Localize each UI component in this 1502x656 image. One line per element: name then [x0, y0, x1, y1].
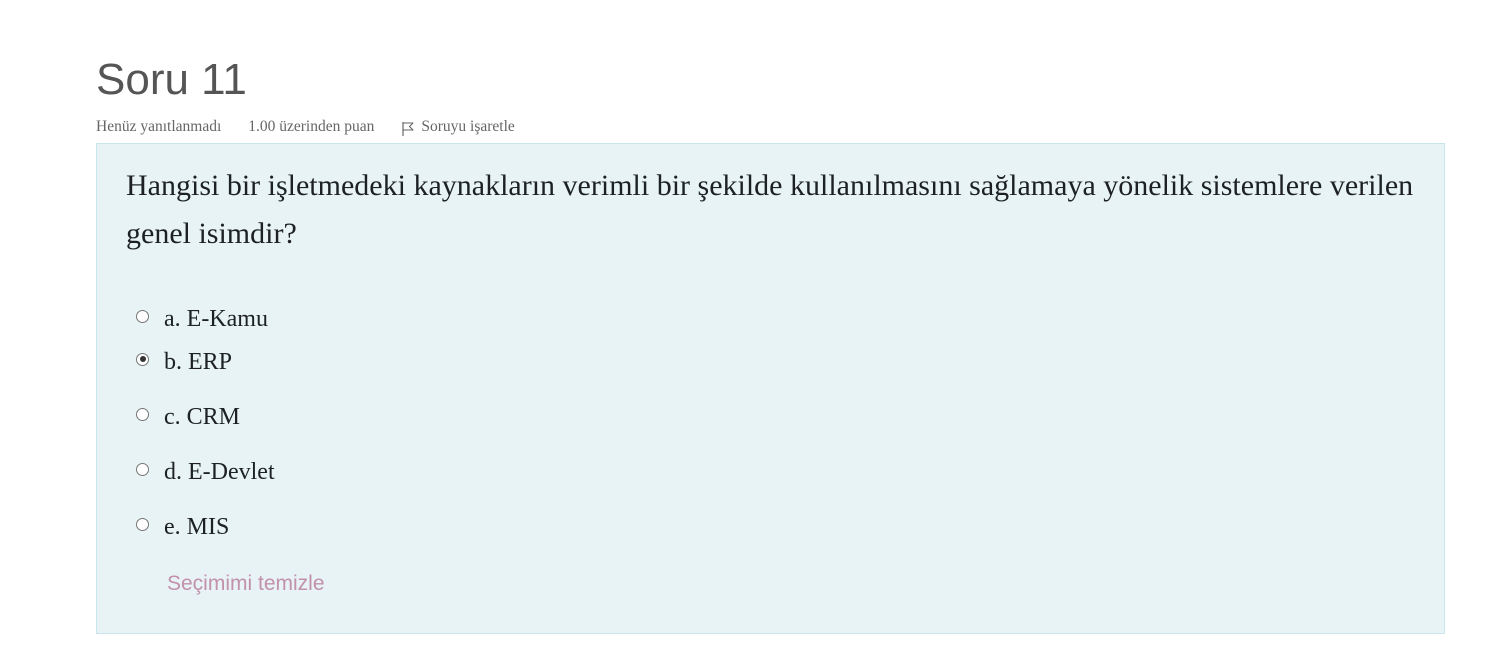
answer-label: c. CRM [164, 404, 241, 430]
question-info: Henüz yanıtlanmadı 1.00 üzerinden puan S… [96, 117, 515, 137]
flag-icon [401, 121, 415, 137]
question-title: Soru 11 [96, 55, 247, 104]
answer-option-b[interactable]: b. ERP [136, 347, 232, 377]
answer-label: d. E-Devlet [164, 459, 275, 485]
question-grade: 1.00 üzerinden puan [248, 118, 375, 135]
answer-label: b. ERP [164, 349, 233, 375]
answer-option-a[interactable]: a. E-Kamu [136, 304, 268, 334]
radio-button[interactable] [136, 517, 149, 531]
answer-option-c[interactable]: c. CRM [136, 402, 240, 432]
question-header: Soru 11 [96, 52, 247, 108]
flag-question-link[interactable]: Soruyu işaretle [401, 117, 515, 137]
question-text: Hangisi bir işletmedeki kaynakların veri… [126, 169, 1414, 250]
radio-button[interactable] [136, 407, 149, 421]
radio-button[interactable] [136, 309, 149, 323]
clear-choice-link[interactable]: Seçimimi temizle [167, 572, 325, 596]
question-state: Henüz yanıtlanmadı [96, 118, 222, 135]
flag-question-label: Soruyu işaretle [421, 118, 515, 135]
answer-option-e[interactable]: e. MIS [136, 512, 229, 542]
answer-option-d[interactable]: d. E-Devlet [136, 457, 275, 487]
radio-button-selected[interactable] [136, 352, 149, 366]
answer-label: a. E-Kamu [164, 306, 268, 332]
answer-label: e. MIS [164, 514, 230, 540]
question-content: Hangisi bir işletmedeki kaynakların veri… [96, 143, 1445, 634]
radio-button[interactable] [136, 462, 149, 476]
